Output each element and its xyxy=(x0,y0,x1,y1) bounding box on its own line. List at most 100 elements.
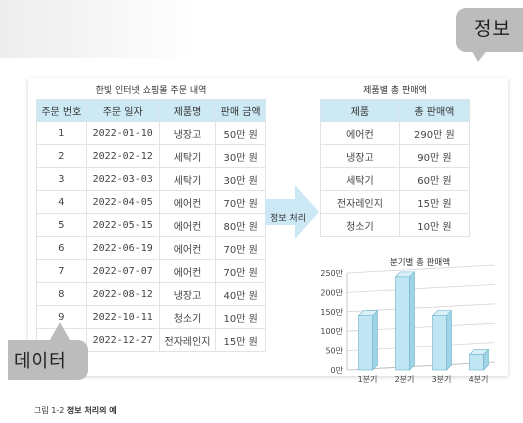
product-table-cell: 청소기 xyxy=(320,213,400,237)
orders-table-cell: 70만 원 xyxy=(215,190,266,214)
orders-table-cell: 2022-10-11 xyxy=(85,305,160,329)
product-table-cell: 세탁기 xyxy=(320,167,400,191)
orders-table-cell: 3 xyxy=(36,167,87,191)
figure-caption: 그림 1-2 정보 처리의 예 xyxy=(34,405,117,416)
product-table-header-cell: 제품 xyxy=(320,99,400,122)
product-table-row: 냉장고 90만 원 xyxy=(320,144,471,168)
orders-table-header-cell: 제품명 xyxy=(158,99,217,122)
orders-table-cell: 15만 원 xyxy=(215,328,266,352)
orders-table-cell: 2022-03-03 xyxy=(85,167,160,191)
orders-table-cell: 에어컨 xyxy=(158,190,217,214)
orders-table-cell: 2022-05-15 xyxy=(85,213,160,237)
orders-table-cell: 30만 원 xyxy=(215,144,266,168)
orders-table-cell: 2022-06-19 xyxy=(85,236,160,260)
product-table-row: 에어컨 290만 원 xyxy=(320,121,471,145)
orders-table-cell: 50만 원 xyxy=(215,121,266,145)
orders-table-cell: 2022-12-27 xyxy=(85,328,160,352)
orders-table-header-cell: 주문 일자 xyxy=(85,99,160,122)
y-tick-label: 100만 xyxy=(320,327,343,336)
orders-table-cell: 세탁기 xyxy=(158,144,217,168)
orders-table-cell: 2022-08-12 xyxy=(85,282,160,306)
orders-table-cell: 80만 원 xyxy=(215,213,266,237)
orders-table-cell: 7 xyxy=(36,259,87,283)
product-table-cell: 전자레인지 xyxy=(320,190,400,214)
orders-table-row: 3 2022-03-03 세탁기 30만 원 xyxy=(36,167,266,191)
x-tick-label: 4분기 xyxy=(469,375,489,384)
quarterly-sales-chart: 분기별 총 판매액 0만 50만 100만 150만 200만 250만 1분기 2분기 3분기 4… xyxy=(320,257,496,384)
orders-table-cell: 세탁기 xyxy=(158,167,217,191)
product-table-cell: 15만 원 xyxy=(398,190,471,214)
orders-table-row: 7 2022-07-07 에어컨 70만 원 xyxy=(36,259,266,283)
orders-table-header-cell: 판매 금액 xyxy=(215,99,266,122)
orders-table-row: 8 2022-08-12 냉장고 40만 원 xyxy=(36,282,266,306)
orders-table-row: 1 2022-01-10 냉장고 50만 원 xyxy=(36,121,266,145)
product-table-cell: 10만 원 xyxy=(398,213,471,237)
y-tick-label: 150만 xyxy=(320,308,343,317)
orders-table-cell: 에어컨 xyxy=(158,236,217,260)
orders-table-cell: 10만 원 xyxy=(215,305,266,329)
orders-table-cell: 6 xyxy=(36,236,87,260)
figure-number: 그림 1-2 xyxy=(34,406,65,415)
orders-table-cell: 청소기 xyxy=(158,305,217,329)
orders-table-cell: 에어컨 xyxy=(158,213,217,237)
info-callout-label: 정보 xyxy=(474,18,511,40)
orders-table-cell: 4 xyxy=(36,190,87,214)
product-table-cell: 에어컨 xyxy=(320,121,400,145)
x-tick-label: 1분기 xyxy=(358,375,378,384)
bar xyxy=(358,315,373,371)
product-table-cell: 290만 원 xyxy=(398,121,471,145)
figure-title: 정보 처리의 예 xyxy=(66,406,117,415)
y-tick-label: 200만 xyxy=(320,288,343,297)
product-table-header-cell: 총 판매액 xyxy=(398,99,471,122)
orders-table-cell: 8 xyxy=(36,282,87,306)
product-table-cell: 90만 원 xyxy=(398,144,471,168)
orders-table-cell: 2 xyxy=(36,144,87,168)
chart-gridline xyxy=(346,284,496,293)
orders-table-row: 2 2022-02-12 세탁기 30만 원 xyxy=(36,144,266,168)
orders-table-cell: 2022-07-07 xyxy=(85,259,160,283)
product-table-row: 세탁기 60만 원 xyxy=(320,167,471,191)
x-tick-label: 3분기 xyxy=(432,375,452,384)
orders-table-cell: 냉장고 xyxy=(158,282,217,306)
header-smudge xyxy=(0,0,200,58)
product-table-row: 전자레인지 15만 원 xyxy=(320,190,471,214)
orders-table-cell: 1 xyxy=(36,121,87,145)
bar xyxy=(432,315,447,371)
bar xyxy=(395,276,410,371)
orders-table-header-cell: 주문 번호 xyxy=(36,99,87,122)
orders-table-title: 한빛 인터넷 쇼핑몰 주문 내역 xyxy=(95,86,207,96)
orders-table-cell: 2022-01-10 xyxy=(85,121,160,145)
orders-table-row: 5 2022-05-15 에어컨 80만 원 xyxy=(36,213,266,237)
orders-table-cell: 40만 원 xyxy=(215,282,266,306)
y-tick-label: 0만 xyxy=(331,366,344,375)
bar-side xyxy=(409,271,415,371)
orders-table-row: 6 2022-06-19 에어컨 70만 원 xyxy=(36,236,266,260)
product-table-row: 청소기 10만 원 xyxy=(320,213,471,237)
orders-table-cell: 냉장고 xyxy=(158,121,217,145)
product-table: 제품 총 판매액 에어컨 290만 원 냉장고 90만 원 세탁기 60만 원 전자레인지 15… xyxy=(320,99,471,237)
bar-side xyxy=(372,309,378,371)
y-tick-label: 50만 xyxy=(325,347,343,356)
bar-side xyxy=(446,309,452,371)
orders-table-cell: 70만 원 xyxy=(215,236,266,260)
data-callout-label: 데이터 xyxy=(14,351,67,372)
info-callout-tail xyxy=(468,44,492,62)
product-table-cell: 냉장고 xyxy=(320,144,400,168)
x-tick-label: 2분기 xyxy=(395,375,415,384)
process-label: 정보 처리 xyxy=(270,214,306,224)
bar xyxy=(469,354,484,371)
orders-table-cell: 2022-04-05 xyxy=(85,190,160,214)
orders-table-cell: 30만 원 xyxy=(215,167,266,191)
orders-table-row: 4 2022-04-05 에어컨 70만 원 xyxy=(36,190,266,214)
orders-table-row: 9 2022-10-11 청소기 10만 원 xyxy=(36,305,266,329)
data-callout-tail xyxy=(50,322,70,340)
orders-table-cell: 전자레인지 xyxy=(158,328,217,352)
orders-table: 주문 번호 주문 일자 제품명 판매 금액 1 2022-01-10 냉장고 50만 원22… xyxy=(36,99,266,352)
product-table-title: 제품별 총 판매액 xyxy=(363,86,427,96)
y-tick-label: 250만 xyxy=(320,269,343,278)
chart-title: 분기별 총 판매액 xyxy=(390,257,450,268)
orders-table-cell: 5 xyxy=(36,213,87,237)
orders-table-cell: 에어컨 xyxy=(158,259,217,283)
orders-table-cell: 2022-02-12 xyxy=(85,144,160,168)
orders-table-cell: 70만 원 xyxy=(215,259,266,283)
